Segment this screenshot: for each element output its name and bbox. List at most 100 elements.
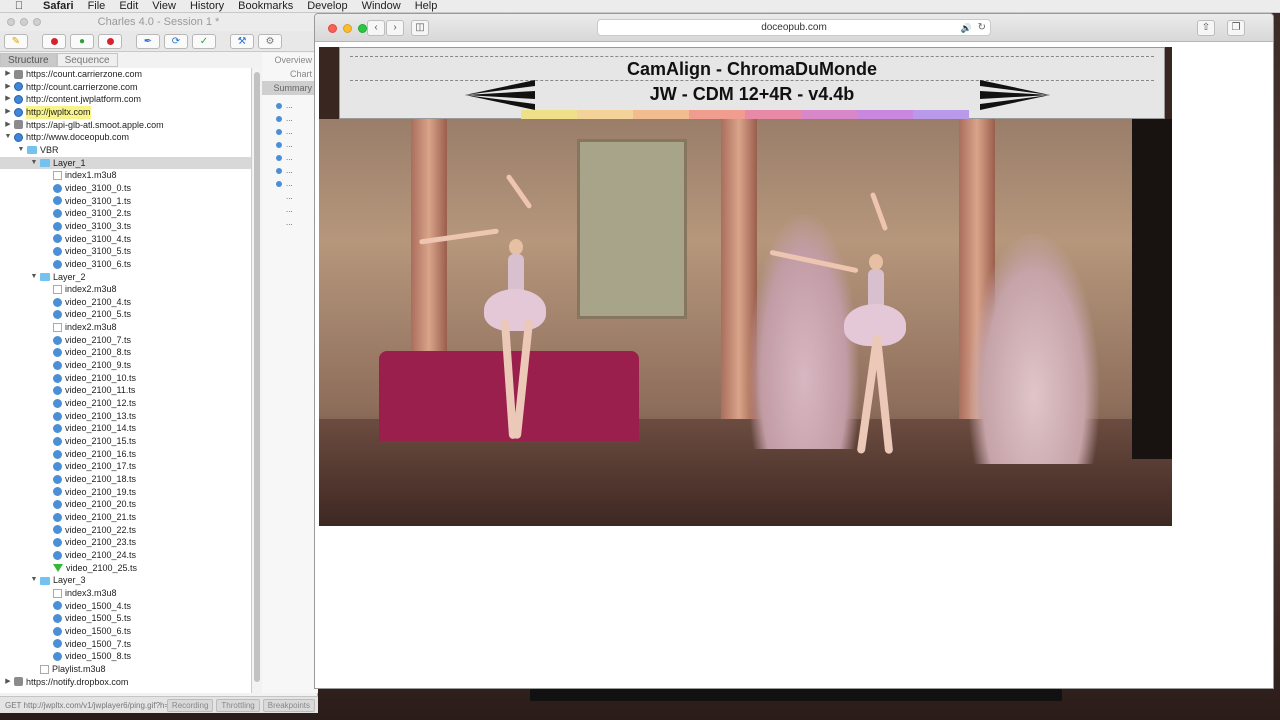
address-bar[interactable]: doceopub.com 🔊 ↻ — [597, 19, 991, 36]
tree-row[interactable]: video_2100_8.ts — [0, 346, 251, 359]
menu-file[interactable]: File — [81, 0, 113, 13]
breakpoints-toggle[interactable]: Breakpoints — [262, 698, 315, 712]
tree-row[interactable]: ▼ Layer_2 — [0, 271, 251, 284]
sidebar-icon[interactable]: ◫ — [411, 20, 429, 36]
scrollbar-thumb[interactable] — [254, 72, 260, 682]
tree-row[interactable]: video_2100_5.ts — [0, 308, 251, 321]
disclosure-open-icon[interactable]: ▼ — [30, 271, 38, 284]
disclosure-open-icon[interactable]: ▼ — [4, 131, 12, 144]
menu-safari[interactable]: Safari — [36, 0, 81, 13]
disclosure-closed-icon[interactable]: ▶ — [4, 81, 12, 94]
tree-row[interactable]: video_1500_5.ts — [0, 612, 251, 625]
tree-row[interactable]: video_2100_9.ts — [0, 359, 251, 372]
tree-row[interactable]: video_2100_25.ts — [0, 562, 251, 575]
tree-row[interactable]: video_2100_19.ts — [0, 486, 251, 499]
disclosure-open-icon[interactable]: ▼ — [30, 574, 38, 587]
tree-row[interactable]: ▶ https://count.carrierzone.com — [0, 68, 251, 81]
tree-row[interactable]: index2.m3u8 — [0, 283, 251, 296]
tree-row[interactable]: video_2100_16.ts — [0, 448, 251, 461]
menu-view[interactable]: View — [145, 0, 183, 13]
tree-row[interactable]: video_1500_6.ts — [0, 625, 251, 638]
compose-pen-icon[interactable]: ✒ — [136, 33, 160, 49]
tree-row[interactable]: video_2100_23.ts — [0, 536, 251, 549]
tree-row[interactable]: video_2100_14.ts — [0, 422, 251, 435]
tree-row[interactable]: video_2100_18.ts — [0, 473, 251, 486]
tab-structure[interactable]: Structure — [0, 53, 57, 67]
tabs-overview-icon[interactable]: ❐ — [1227, 20, 1245, 36]
menu-window[interactable]: Window — [355, 0, 408, 13]
disclosure-open-icon[interactable]: ▼ — [17, 144, 25, 157]
disclosure-open-icon[interactable]: ▼ — [30, 157, 38, 170]
tree-row[interactable]: video_1500_8.ts — [0, 650, 251, 663]
menu-develop[interactable]: Develop — [300, 0, 354, 13]
tools-icon[interactable]: ⚒ — [230, 33, 254, 49]
tree-row[interactable]: video_2100_10.ts — [0, 372, 251, 385]
tree-row[interactable]: video_3100_4.ts — [0, 233, 251, 246]
tree-row[interactable]: ▶ https://notify.dropbox.com — [0, 676, 251, 689]
close-button[interactable] — [328, 24, 337, 33]
tree-row[interactable]: ▶ http://count.carrierzone.com — [0, 81, 251, 94]
tree-row[interactable]: ▼ Layer_3 — [0, 574, 251, 587]
tree-row[interactable]: video_2100_24.ts — [0, 549, 251, 562]
tree-row[interactable]: video_2100_15.ts — [0, 435, 251, 448]
share-icon[interactable]: ⇧ — [1197, 20, 1215, 36]
minimize-button[interactable] — [343, 24, 352, 33]
tree-row[interactable]: Playlist.m3u8 — [0, 663, 251, 676]
reload-icon[interactable]: ↻ — [978, 20, 986, 36]
disclosure-closed-icon[interactable]: ▶ — [4, 93, 12, 106]
tree-row[interactable]: ▶ http://content.jwplatform.com — [0, 93, 251, 106]
disclosure-closed-icon[interactable]: ▶ — [4, 119, 12, 132]
tree-row[interactable]: video_1500_7.ts — [0, 638, 251, 651]
recording-toggle[interactable]: Recording — [166, 698, 214, 712]
back-arrow-icon[interactable]: ‹ — [367, 20, 385, 36]
tree-row[interactable]: video_2100_13.ts — [0, 410, 251, 423]
settings-gear-icon[interactable]: ⚙ — [258, 33, 282, 49]
tree-row[interactable]: index1.m3u8 — [0, 169, 251, 182]
tree-row[interactable]: ▼ Layer_1 — [0, 156, 251, 170]
video-player[interactable]: CamAlign - ChromaDuMonde JW - CDM 12+4R … — [319, 47, 1172, 526]
tree-row[interactable]: video_2100_12.ts — [0, 397, 251, 410]
record-button[interactable] — [42, 33, 66, 49]
tab-sequence[interactable]: Sequence — [56, 53, 118, 67]
turtle-throttle-icon[interactable]: ● — [70, 33, 94, 49]
tree-row[interactable]: video_1500_4.ts — [0, 600, 251, 613]
tree-row[interactable]: index3.m3u8 — [0, 587, 251, 600]
broom-icon[interactable]: ✎ — [4, 33, 28, 49]
tree-row[interactable]: video_2100_21.ts — [0, 511, 251, 524]
tree-row[interactable]: video_2100_7.ts — [0, 334, 251, 347]
menu-help[interactable]: Help — [408, 0, 445, 13]
tree-scrollbar[interactable] — [253, 68, 261, 683]
forward-arrow-icon[interactable]: › — [386, 20, 404, 36]
apple-menu-icon[interactable]:  — [10, 0, 28, 12]
tree-row[interactable]: video_3100_5.ts — [0, 245, 251, 258]
zoom-button[interactable] — [358, 24, 367, 33]
tree-row[interactable]: ▼ http://www.doceopub.com — [0, 131, 251, 144]
disclosure-closed-icon[interactable]: ▶ — [4, 68, 12, 81]
tree-row[interactable]: video_3100_2.ts — [0, 207, 251, 220]
disclosure-closed-icon[interactable]: ▶ — [4, 106, 12, 119]
tab-summary[interactable]: Summary — [262, 81, 318, 95]
tree-row[interactable]: video_2100_22.ts — [0, 524, 251, 537]
tree-row[interactable]: video_3100_0.ts — [0, 182, 251, 195]
tab-overview[interactable]: Overview — [262, 53, 318, 67]
tree-row[interactable]: video_3100_6.ts — [0, 258, 251, 271]
tree-row[interactable]: video_2100_4.ts — [0, 296, 251, 309]
repeat-icon[interactable]: ⟳ — [164, 33, 188, 49]
speaker-icon[interactable]: 🔊 — [961, 20, 972, 36]
tree-row[interactable]: ▶ https://api-glb-atl.smoot.apple.com — [0, 119, 251, 132]
tree-row[interactable]: video_2100_17.ts — [0, 460, 251, 473]
tree-row[interactable]: ▼ VBR — [0, 144, 251, 157]
disclosure-closed-icon[interactable]: ▶ — [4, 676, 12, 689]
tree-row[interactable]: video_3100_3.ts — [0, 220, 251, 233]
throttling-toggle[interactable]: Throttling — [216, 698, 260, 712]
tree-row[interactable]: ▶ http://jwpltx.com — [0, 105, 251, 119]
validate-check-icon[interactable]: ✓ — [192, 33, 216, 49]
tree-row[interactable]: video_2100_11.ts — [0, 384, 251, 397]
tree-row[interactable]: index2.m3u8 — [0, 321, 251, 334]
menu-history[interactable]: History — [183, 0, 231, 13]
tab-chart[interactable]: Chart — [262, 67, 318, 81]
tree-row[interactable]: video_2100_20.ts — [0, 498, 251, 511]
tree-row[interactable]: video_3100_1.ts — [0, 195, 251, 208]
menu-edit[interactable]: Edit — [112, 0, 145, 13]
menu-bookmarks[interactable]: Bookmarks — [231, 0, 300, 13]
